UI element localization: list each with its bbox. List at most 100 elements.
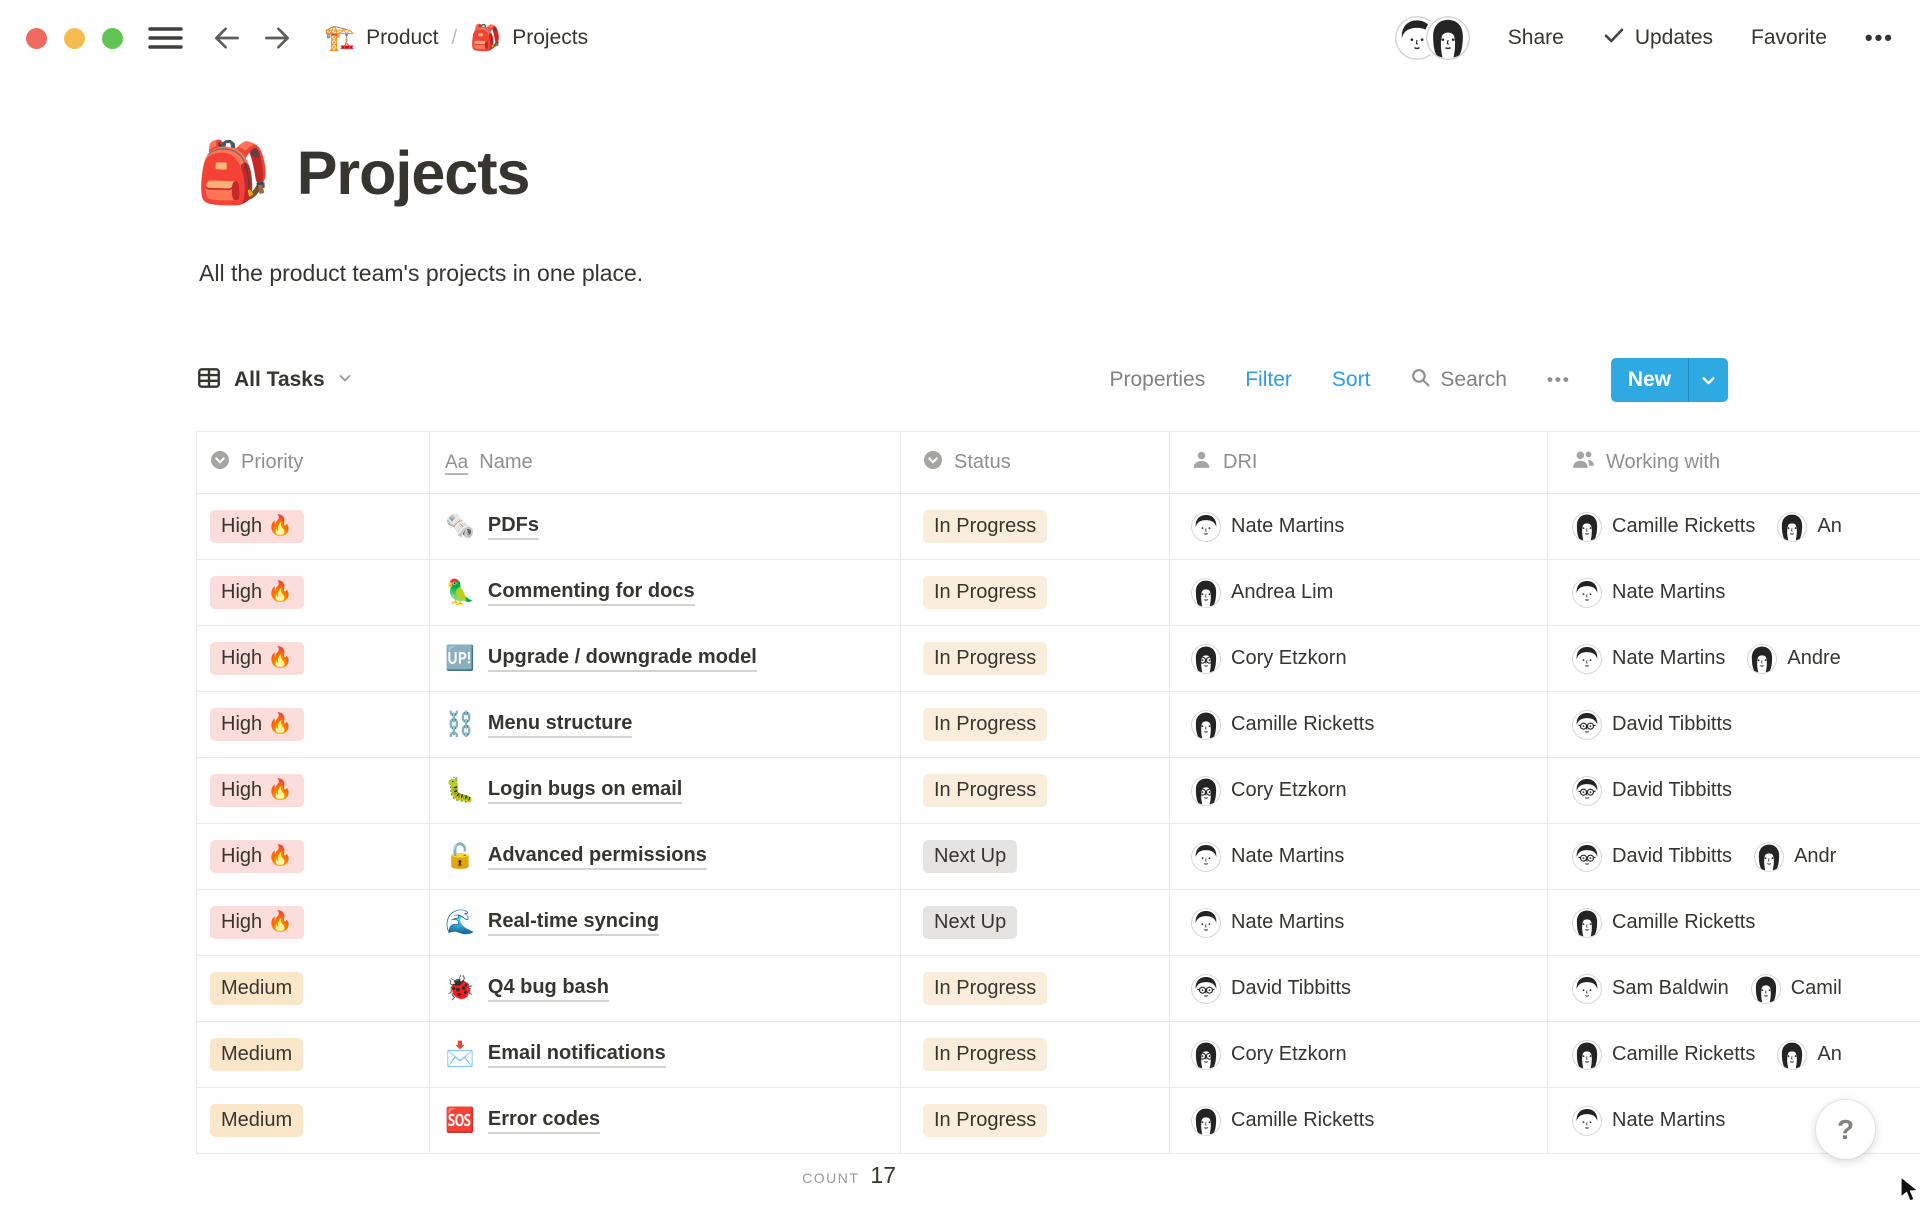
person-name: Andrea Lim (1231, 581, 1333, 604)
back-arrow-icon[interactable] (210, 21, 244, 55)
column-header-working[interactable]: Working with (1547, 432, 1920, 493)
dri-cell[interactable]: Andrea Lim (1169, 560, 1547, 625)
working-with-cell[interactable]: David Tibbitts (1547, 758, 1920, 823)
dri-cell[interactable]: Cory Etzkorn (1169, 758, 1547, 823)
working-with-cell[interactable]: Camille RickettsAn (1547, 1022, 1920, 1087)
task-name-link[interactable]: Commenting for docs (488, 580, 695, 606)
priority-cell[interactable]: High 🔥 (196, 560, 429, 625)
task-name-link[interactable]: Q4 bug bash (488, 976, 609, 1002)
new-button[interactable]: New (1611, 358, 1688, 402)
column-header-priority[interactable]: Priority (196, 432, 429, 493)
status-cell[interactable]: In Progress (900, 758, 1169, 823)
name-cell[interactable]: 🌊Real-time syncing (429, 890, 900, 955)
task-name-link[interactable]: Real-time syncing (488, 910, 659, 936)
task-name-link[interactable]: Advanced permissions (488, 844, 707, 870)
priority-cell[interactable]: High 🔥 (196, 890, 429, 955)
status-tag: In Progress (923, 576, 1047, 609)
name-cell[interactable]: 🦜Commenting for docs (429, 560, 900, 625)
dri-cell[interactable]: Cory Etzkorn (1169, 1022, 1547, 1087)
sort-button[interactable]: Sort (1332, 368, 1371, 392)
backpack-icon: 🎒 (470, 26, 501, 51)
collaborator-avatars[interactable] (1395, 16, 1470, 60)
avatar (1426, 16, 1470, 60)
sidebar-menu-icon[interactable] (147, 23, 184, 53)
priority-cell[interactable]: High 🔥 (196, 692, 429, 757)
working-with-cell[interactable]: Nate Martins (1547, 560, 1920, 625)
dri-cell[interactable]: Nate Martins (1169, 824, 1547, 889)
dri-cell[interactable]: Camille Ricketts (1169, 692, 1547, 757)
dri-cell[interactable]: Cory Etzkorn (1169, 626, 1547, 691)
name-cell[interactable]: 🔓Advanced permissions (429, 824, 900, 889)
working-with-cell[interactable]: David Tibbitts (1547, 692, 1920, 757)
column-header-name[interactable]: AaName (429, 432, 900, 493)
name-cell[interactable]: ⛓️Menu structure (429, 692, 900, 757)
breadcrumb-item-product[interactable]: 🏗️ Product (324, 26, 439, 51)
filter-button[interactable]: Filter (1245, 368, 1292, 392)
status-cell[interactable]: In Progress (900, 494, 1169, 559)
task-name-link[interactable]: Menu structure (488, 712, 632, 738)
column-header-dri[interactable]: DRI (1169, 432, 1547, 493)
view-name: All Tasks (234, 368, 325, 392)
help-button[interactable]: ? (1816, 1100, 1875, 1159)
forward-arrow-icon[interactable] (260, 21, 294, 55)
status-cell[interactable]: In Progress (900, 956, 1169, 1021)
more-options-icon[interactable]: ••• (1865, 25, 1894, 51)
priority-cell[interactable]: High 🔥 (196, 824, 429, 889)
name-cell[interactable]: 🗞️PDFs (429, 494, 900, 559)
status-cell[interactable]: In Progress (900, 626, 1169, 691)
task-name-link[interactable]: Upgrade / downgrade model (488, 646, 757, 672)
column-header-label: Working with (1606, 451, 1720, 474)
zoom-window-button[interactable] (102, 28, 123, 49)
chevron-down-icon (337, 370, 353, 391)
working-with-cell[interactable]: Camille Ricketts (1547, 890, 1920, 955)
status-cell[interactable]: Next Up (900, 824, 1169, 889)
task-name-link[interactable]: Error codes (488, 1108, 600, 1134)
search-button[interactable]: Search (1410, 367, 1507, 394)
priority-cell[interactable]: Medium (196, 1088, 429, 1153)
priority-cell[interactable]: Medium (196, 1022, 429, 1087)
status-tag: In Progress (923, 1104, 1047, 1137)
minimize-window-button[interactable] (64, 28, 85, 49)
new-dropdown-button[interactable] (1688, 358, 1728, 402)
status-cell[interactable]: In Progress (900, 560, 1169, 625)
priority-cell[interactable]: Medium (196, 956, 429, 1021)
dri-cell[interactable]: David Tibbitts (1169, 956, 1547, 1021)
name-cell[interactable]: 🐛Login bugs on email (429, 758, 900, 823)
properties-button[interactable]: Properties (1110, 368, 1206, 392)
working-with-cell[interactable]: Sam BaldwinCamil (1547, 956, 1920, 1021)
priority-cell[interactable]: High 🔥 (196, 626, 429, 691)
checkmark-icon (1602, 23, 1626, 53)
status-cell[interactable]: Next Up (900, 890, 1169, 955)
person-chip: Andr (1754, 842, 1836, 872)
construction-crane-icon: 🏗️ (324, 26, 355, 51)
dri-cell[interactable]: Camille Ricketts (1169, 1088, 1547, 1153)
person-name: An (1817, 515, 1841, 538)
task-name-link[interactable]: Login bugs on email (488, 778, 682, 804)
backpack-page-icon[interactable]: 🎒 (196, 143, 271, 203)
task-name-link[interactable]: Email notifications (488, 1042, 666, 1068)
favorite-button[interactable]: Favorite (1751, 26, 1827, 50)
close-window-button[interactable] (26, 28, 47, 49)
column-header-status[interactable]: Status (900, 432, 1169, 493)
status-cell[interactable]: In Progress (900, 1022, 1169, 1087)
name-cell[interactable]: 🆙Upgrade / downgrade model (429, 626, 900, 691)
dri-cell[interactable]: Nate Martins (1169, 494, 1547, 559)
working-with-cell[interactable]: Nate MartinsAndre (1547, 626, 1920, 691)
breadcrumb-item-projects[interactable]: 🎒 Projects (470, 26, 588, 51)
working-with-cell[interactable]: David TibbittsAndr (1547, 824, 1920, 889)
view-switcher[interactable]: All Tasks (196, 365, 353, 396)
priority-cell[interactable]: High 🔥 (196, 758, 429, 823)
dri-cell[interactable]: Nate Martins (1169, 890, 1547, 955)
name-cell[interactable]: 🐞Q4 bug bash (429, 956, 900, 1021)
status-cell[interactable]: In Progress (900, 1088, 1169, 1153)
name-cell[interactable]: 📩Email notifications (429, 1022, 900, 1087)
status-cell[interactable]: In Progress (900, 692, 1169, 757)
view-more-options-icon[interactable]: ••• (1547, 370, 1571, 390)
name-cell[interactable]: 🆘Error codes (429, 1088, 900, 1153)
task-name-link[interactable]: PDFs (488, 514, 539, 540)
updates-button[interactable]: Updates (1602, 23, 1713, 53)
working-with-cell[interactable]: Camille RickettsAn (1547, 494, 1920, 559)
count-calculation[interactable]: COUNT 17 (196, 1162, 896, 1189)
priority-cell[interactable]: High 🔥 (196, 494, 429, 559)
share-button[interactable]: Share (1508, 26, 1564, 50)
